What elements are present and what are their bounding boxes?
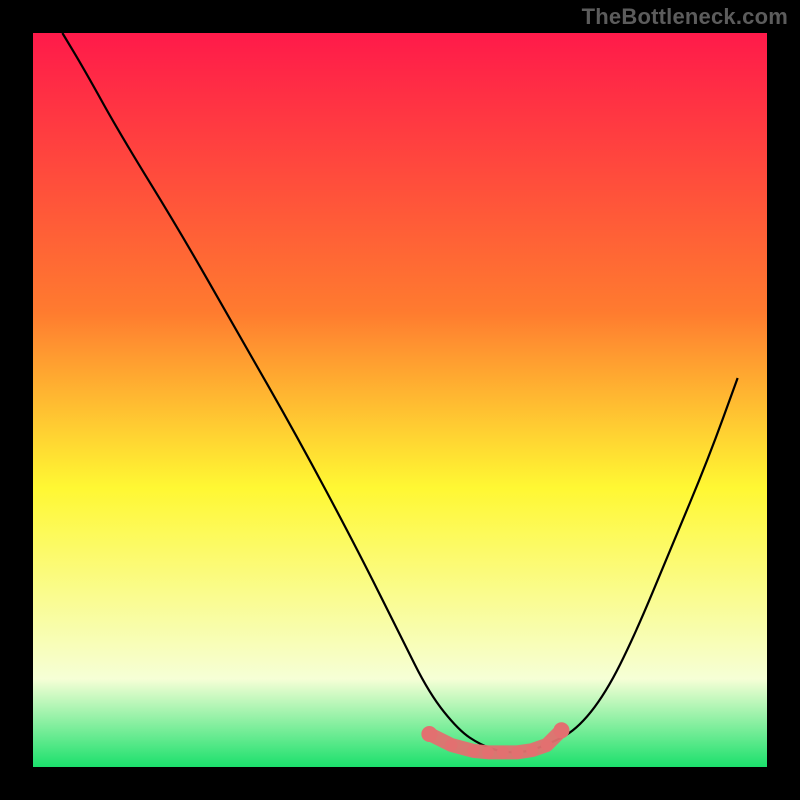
highlight-marker	[467, 745, 479, 757]
attribution-text: TheBottleneck.com	[582, 4, 788, 30]
plot-background	[33, 33, 767, 767]
highlight-marker	[497, 746, 509, 758]
highlight-marker	[482, 746, 494, 758]
highlight-marker	[511, 746, 523, 758]
chart-frame: TheBottleneck.com	[0, 0, 800, 800]
highlight-marker	[421, 726, 437, 742]
highlight-marker	[445, 739, 457, 751]
highlight-marker	[541, 739, 553, 751]
highlight-marker	[553, 722, 569, 738]
highlight-marker	[526, 744, 538, 756]
bottleneck-chart	[0, 0, 800, 800]
